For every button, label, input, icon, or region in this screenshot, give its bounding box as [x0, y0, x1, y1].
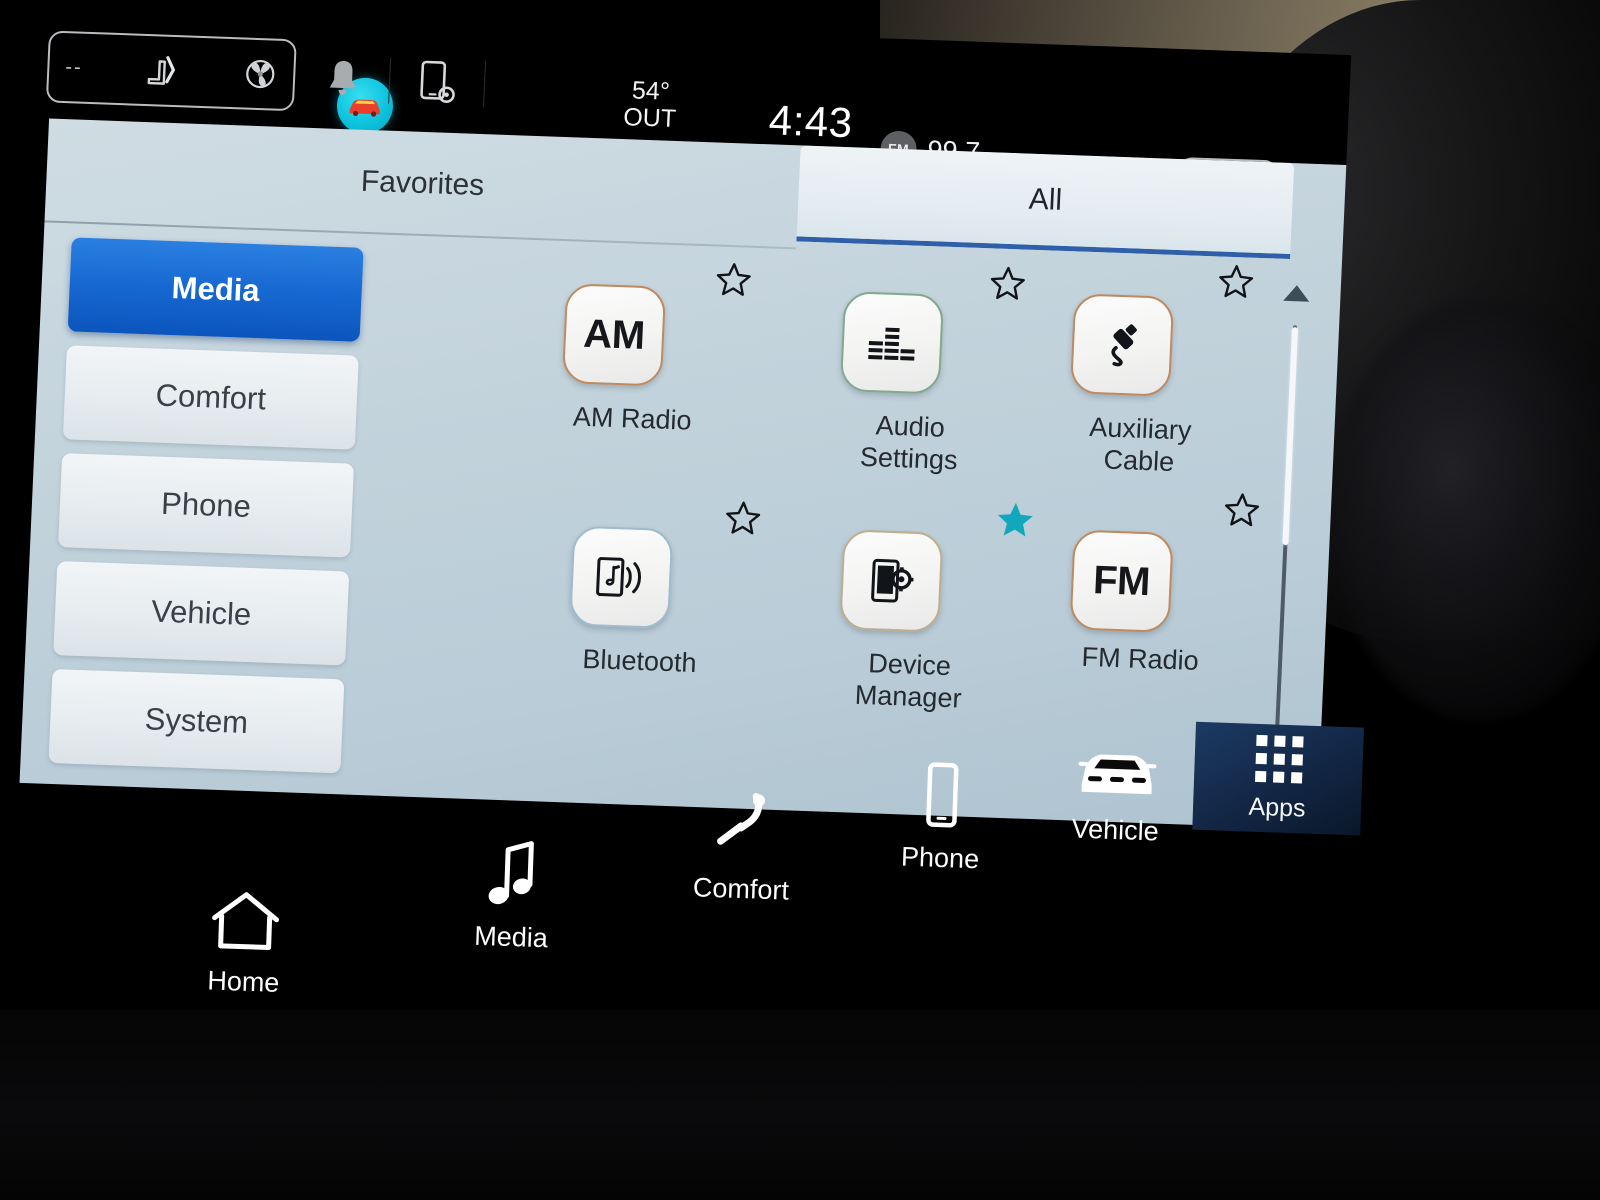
nav-item-vehicle[interactable]: Vehicle	[1010, 727, 1224, 849]
app-tile-fm-radio[interactable]: FM	[1069, 529, 1184, 643]
car-icon	[1011, 727, 1223, 806]
fm-radio-icon: FM	[1069, 529, 1174, 633]
nav-item-media[interactable]: Media	[406, 834, 620, 956]
app-label-am-radio: AM Radio	[572, 401, 693, 436]
aux-cable-icon	[1069, 293, 1175, 397]
infotainment-screenshot: -- 54° OUT 4:43 Favorites All Media Comf…	[0, 0, 1600, 1200]
am-radio-glyph: AM	[582, 311, 646, 358]
sidebar-item-media[interactable]: Media	[67, 237, 364, 342]
app-cell-auxiliary-cable[interactable]: Auxiliary Cable	[1003, 263, 1282, 520]
nav-label-home: Home	[206, 965, 280, 998]
fan-blower-icon	[243, 56, 278, 91]
app-label-auxiliary-cable: Auxiliary Cable	[1088, 411, 1193, 477]
heated-seat-icon	[142, 53, 183, 88]
phone-settings-icon[interactable]	[415, 58, 459, 107]
favorite-star-icon[interactable]	[714, 260, 754, 299]
app-tile-audio-settings[interactable]	[839, 291, 954, 405]
nav-label-media: Media	[473, 920, 549, 954]
clock[interactable]: 4:43	[745, 95, 877, 148]
tab-all[interactable]: All	[796, 145, 1295, 260]
sidebar-item-phone[interactable]: Phone	[58, 453, 355, 558]
device-manager-icon	[839, 529, 944, 633]
nav-label-phone: Phone	[900, 841, 980, 875]
fm-radio-glyph: FM	[1092, 557, 1151, 604]
music-note-icon	[407, 834, 619, 913]
nav-item-home[interactable]: Home	[138, 879, 352, 1001]
app-tile-auxiliary-cable[interactable]	[1069, 293, 1184, 407]
nav-item-comfort[interactable]: Comfort	[635, 786, 849, 908]
divider	[483, 61, 487, 108]
equalizer-icon	[839, 291, 945, 395]
bottom-nav-bar: Home Media Comfort Phone Vehicle Apps	[0, 702, 1599, 1088]
nav-label-comfort: Comfort	[692, 872, 790, 906]
nav-label-apps: Apps	[1248, 792, 1307, 823]
status-icon-group	[322, 42, 513, 121]
divider	[388, 57, 392, 104]
outside-temperature: 54° OUT	[601, 76, 699, 133]
sidebar-item-vehicle[interactable]: Vehicle	[53, 561, 350, 666]
triangle-up-icon[interactable]	[1282, 283, 1311, 304]
am-radio-icon: AM	[561, 283, 667, 387]
app-label-bluetooth: Bluetooth	[581, 643, 698, 679]
app-tile-bluetooth[interactable]	[569, 525, 684, 640]
favorite-star-icon[interactable]	[1216, 262, 1256, 301]
outside-temp-label: OUT	[622, 103, 677, 133]
bell-icon[interactable]	[322, 56, 364, 101]
seat-icon	[637, 786, 849, 865]
scrollbar-thumb[interactable]	[1282, 327, 1299, 546]
outside-temp-value: 54°	[631, 76, 671, 106]
bluetooth-audio-icon	[569, 525, 674, 630]
app-tile-device-manager[interactable]	[839, 529, 954, 643]
favorite-star-icon[interactable]	[1222, 491, 1262, 530]
favorite-star-icon[interactable]	[723, 499, 763, 538]
app-cell-bluetooth[interactable]: Bluetooth	[502, 495, 781, 752]
app-grid-icon	[1254, 734, 1304, 783]
app-label-fm-radio: FM Radio	[1080, 641, 1200, 676]
driver-climate-pill[interactable]: --	[45, 30, 297, 112]
app-cell-fm-radio[interactable]: FM FM Radio	[1002, 493, 1281, 756]
app-cell-am-radio[interactable]: AM AM Radio	[495, 253, 774, 510]
sidebar-item-comfort[interactable]: Comfort	[62, 345, 359, 450]
app-tile-am-radio[interactable]: AM	[561, 283, 676, 397]
driver-temp-value: --	[64, 56, 84, 79]
nav-item-apps[interactable]: Apps	[1192, 721, 1364, 836]
home-icon	[139, 879, 351, 958]
